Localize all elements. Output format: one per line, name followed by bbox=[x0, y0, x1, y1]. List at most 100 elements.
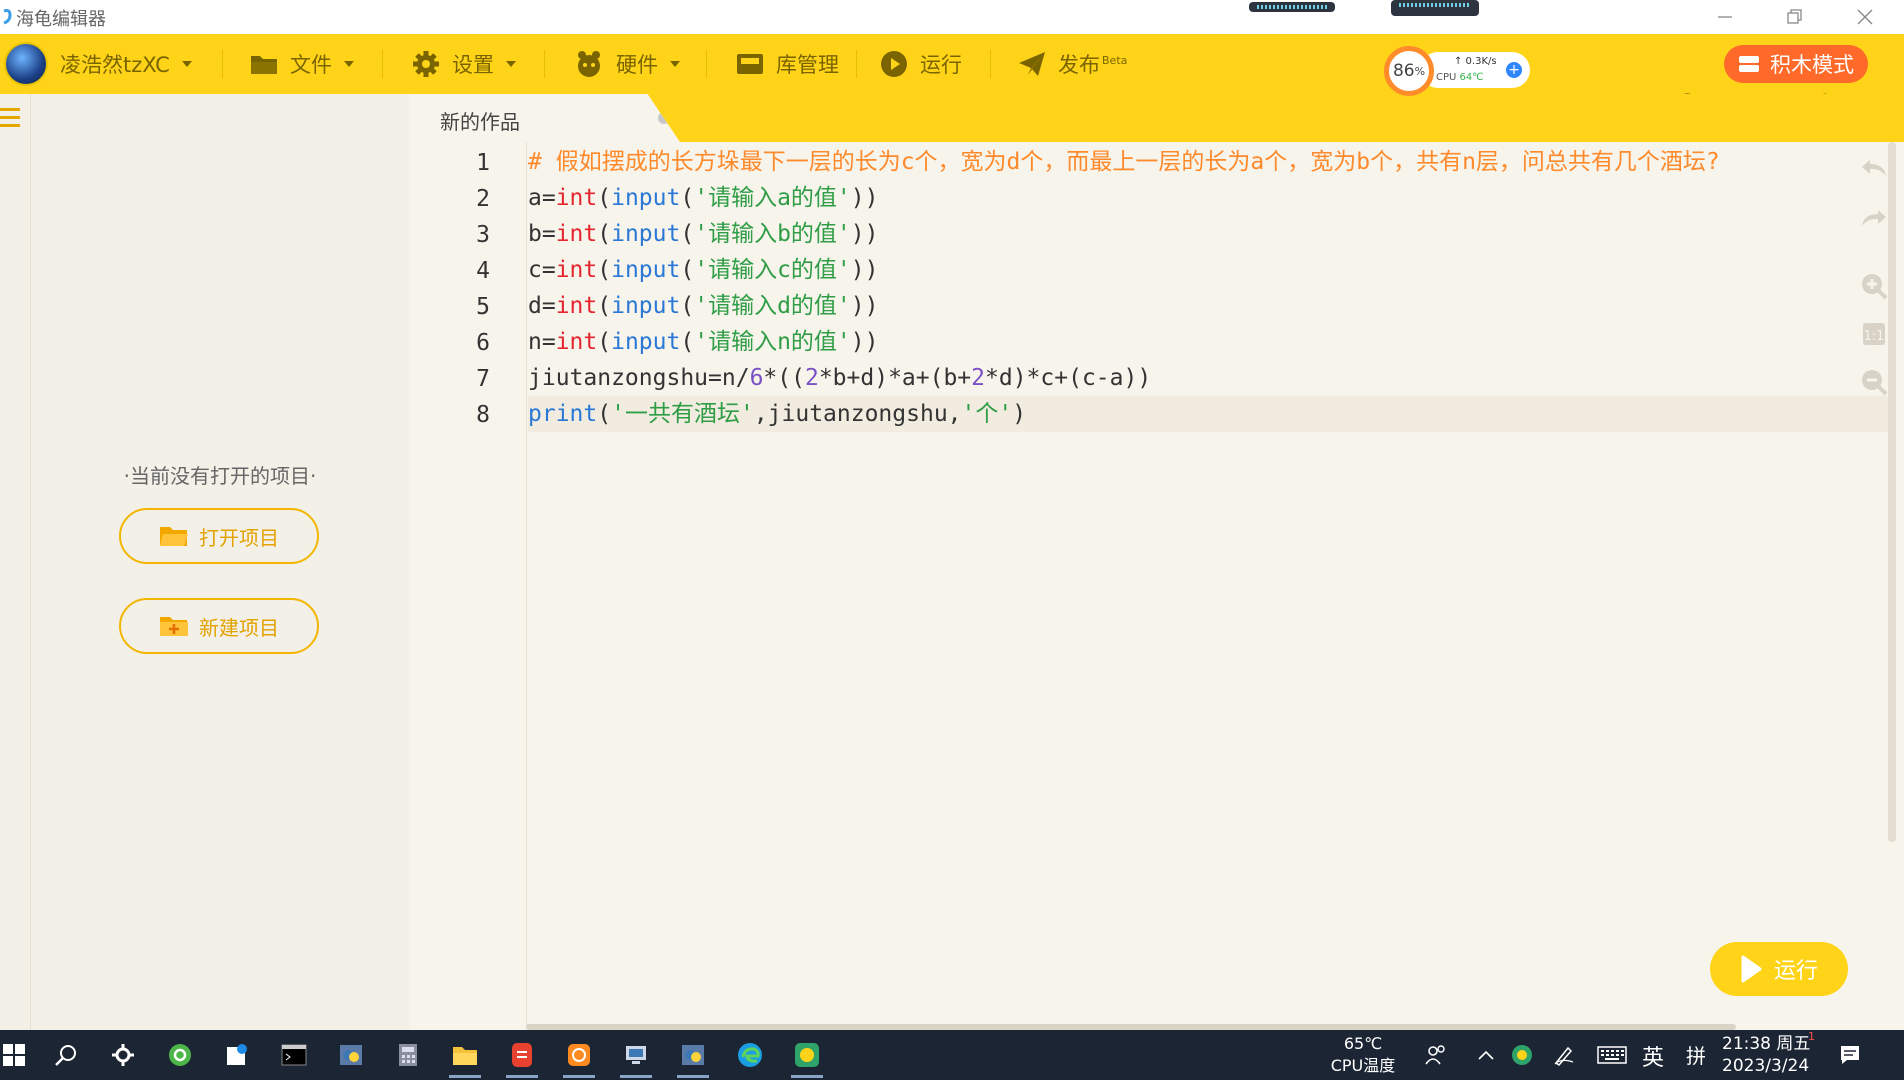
run-button[interactable]: 运行 bbox=[1710, 942, 1848, 996]
tab-new-work[interactable]: 新的作品 bbox=[410, 94, 680, 142]
code-line[interactable]: # 假如摆成的长方垛最下一层的长为c个，宽为d个，而最上一层的长为a个，宽为b个… bbox=[528, 144, 1720, 180]
play-circle-icon bbox=[881, 51, 907, 77]
undo-icon[interactable] bbox=[1860, 156, 1888, 184]
notification-icon[interactable] bbox=[1830, 1030, 1870, 1080]
taskbar-calculator[interactable] bbox=[380, 1030, 436, 1080]
tray-app-icon[interactable] bbox=[1502, 1030, 1542, 1080]
hardware-menu[interactable]: 硬件 bbox=[574, 34, 680, 94]
file-explorer-icon bbox=[453, 1047, 477, 1065]
keyboard-icon[interactable] bbox=[1592, 1030, 1632, 1080]
clock-date: 2023/3/24 bbox=[1722, 1056, 1810, 1076]
taskbar-settings[interactable] bbox=[95, 1030, 151, 1080]
settings-menu[interactable]: 设置 bbox=[412, 34, 516, 94]
block-mode-label: 积木模式 bbox=[1770, 53, 1854, 77]
line-number: 6 bbox=[476, 330, 490, 356]
code-line[interactable]: c=int(input('请输入c的值')) bbox=[528, 252, 878, 288]
people-icon[interactable] bbox=[1416, 1030, 1456, 1080]
restore-button[interactable] bbox=[1760, 0, 1830, 34]
folder-icon bbox=[251, 56, 277, 74]
active-indicator bbox=[791, 1075, 823, 1078]
zoom-out-icon[interactable] bbox=[1860, 368, 1888, 396]
system-monitor-widget[interactable]: ↑ 0.3K/s CPU 64℃ + 86% bbox=[1384, 46, 1532, 96]
close-button[interactable] bbox=[1830, 0, 1900, 34]
divider bbox=[544, 50, 545, 78]
active-indicator bbox=[563, 1075, 595, 1078]
chevron-up-icon[interactable] bbox=[1466, 1030, 1506, 1080]
username: 凌浩然tzXC bbox=[60, 53, 170, 77]
shield-app-icon bbox=[512, 1043, 532, 1067]
taskbar-app-orange[interactable] bbox=[551, 1030, 607, 1080]
user-menu[interactable]: 凌浩然tzXC bbox=[4, 34, 192, 94]
taskbar-app-network[interactable] bbox=[608, 1030, 664, 1080]
floating-widget-a[interactable] bbox=[1249, 2, 1335, 12]
taskbar-python-idle-2[interactable] bbox=[665, 1030, 721, 1080]
settings-menu-label: 设置 bbox=[452, 53, 494, 77]
gear-icon bbox=[112, 1044, 134, 1066]
new-project-button[interactable]: 新建项目 bbox=[119, 598, 319, 654]
divider bbox=[222, 50, 223, 78]
divider bbox=[856, 50, 857, 78]
tray-ime-layout[interactable]: 拼 bbox=[1686, 1040, 1706, 1069]
menu-icon[interactable] bbox=[0, 108, 20, 132]
taskbar-python-idle[interactable] bbox=[323, 1030, 379, 1080]
taskbar-file-explorer[interactable] bbox=[437, 1030, 493, 1080]
robot-icon bbox=[578, 51, 600, 77]
taskbar-terminal[interactable] bbox=[266, 1030, 322, 1080]
floating-widget-b[interactable] bbox=[1391, 0, 1479, 16]
vertical-scrollbar[interactable] bbox=[1888, 142, 1896, 842]
code-line[interactable]: a=int(input('请输入a的值')) bbox=[528, 180, 878, 216]
beta-badge: Beta bbox=[1102, 53, 1128, 67]
block-mode-button[interactable]: 积木模式 bbox=[1724, 45, 1868, 83]
zoom-in-icon[interactable] bbox=[1860, 272, 1888, 300]
line-number: 1 bbox=[476, 150, 490, 176]
memory-usage-ring: 86% bbox=[1384, 46, 1434, 96]
net-speed: ↑ 0.3K/s bbox=[1454, 56, 1497, 67]
code-line[interactable]: jiutanzongshu=n/6*((2*b+d)*a+(b+2*d)*c+(… bbox=[528, 360, 1151, 396]
windows-start-button[interactable] bbox=[0, 1030, 42, 1080]
monitor-panel: ↑ 0.3K/s CPU 64℃ + bbox=[1420, 52, 1530, 88]
unsaved-dot-icon[interactable] bbox=[658, 112, 670, 124]
notification-count-badge: 1 bbox=[1808, 1030, 1815, 1043]
taskbar-turtle-editor[interactable] bbox=[779, 1030, 835, 1080]
taskbar-edge[interactable] bbox=[722, 1030, 778, 1080]
taskbar-clock[interactable]: 21:38 周五 2023/3/24 bbox=[1722, 1033, 1810, 1077]
taskbar-app-red[interactable] bbox=[494, 1030, 550, 1080]
code-line[interactable]: print('一共有酒坛',jiutanzongshu,'个') bbox=[528, 396, 1888, 432]
search-button[interactable] bbox=[38, 1030, 94, 1080]
code-line[interactable]: d=int(input('请输入d的值')) bbox=[528, 288, 878, 324]
open-project-button[interactable]: 打开项目 bbox=[119, 508, 319, 564]
code-line[interactable]: b=int(input('请输入b的值')) bbox=[528, 216, 878, 252]
calculator-icon bbox=[399, 1044, 417, 1066]
paper-plane-icon bbox=[1019, 52, 1045, 76]
taskbar-browser-360[interactable] bbox=[152, 1030, 208, 1080]
open-project-label: 打开项目 bbox=[199, 525, 279, 550]
file-menu[interactable]: 文件 bbox=[250, 34, 354, 94]
publish-label: 发布 bbox=[1058, 53, 1100, 77]
window-title: 海龟编辑器 bbox=[16, 9, 106, 30]
chevron-down-icon bbox=[670, 61, 680, 67]
toolbar-run-button[interactable]: 运行 bbox=[880, 34, 962, 94]
terminal-icon bbox=[281, 1044, 307, 1066]
code-line[interactable]: n=int(input('请输入n的值')) bbox=[528, 324, 878, 360]
pen-icon[interactable] bbox=[1544, 1030, 1584, 1080]
publish-button[interactable]: 发布 Beta bbox=[1018, 34, 1127, 94]
redo-icon[interactable] bbox=[1860, 206, 1888, 234]
plus-icon[interactable]: + bbox=[1506, 62, 1522, 78]
reset-zoom-icon[interactable]: 1:1 bbox=[1860, 320, 1888, 348]
windows-logo-icon bbox=[3, 1044, 25, 1066]
python-icon bbox=[340, 1045, 362, 1065]
tray-ime-language[interactable]: 英 bbox=[1642, 1040, 1664, 1072]
taskbar-app-snip[interactable] bbox=[209, 1030, 265, 1080]
tray-cpu-temperature[interactable]: 65℃ CPU温度 bbox=[1318, 1033, 1408, 1077]
chevron-down-icon bbox=[506, 61, 516, 67]
line-number: 7 bbox=[476, 366, 490, 392]
code-editor[interactable]: 1 2 3 4 5 6 7 8 # 假如摆成的长方垛最下一层的长为c个，宽为d个… bbox=[410, 142, 1904, 1030]
minimize-button[interactable] bbox=[1690, 0, 1760, 34]
line-number: 5 bbox=[476, 294, 490, 320]
library-manager-button[interactable]: 库管理 bbox=[736, 34, 839, 94]
orange-app-icon bbox=[568, 1044, 590, 1066]
sidebar-rail bbox=[0, 94, 31, 1030]
minimize-icon bbox=[1718, 16, 1732, 18]
new-project-label: 新建项目 bbox=[199, 615, 279, 640]
edge-browser-icon bbox=[738, 1043, 762, 1067]
